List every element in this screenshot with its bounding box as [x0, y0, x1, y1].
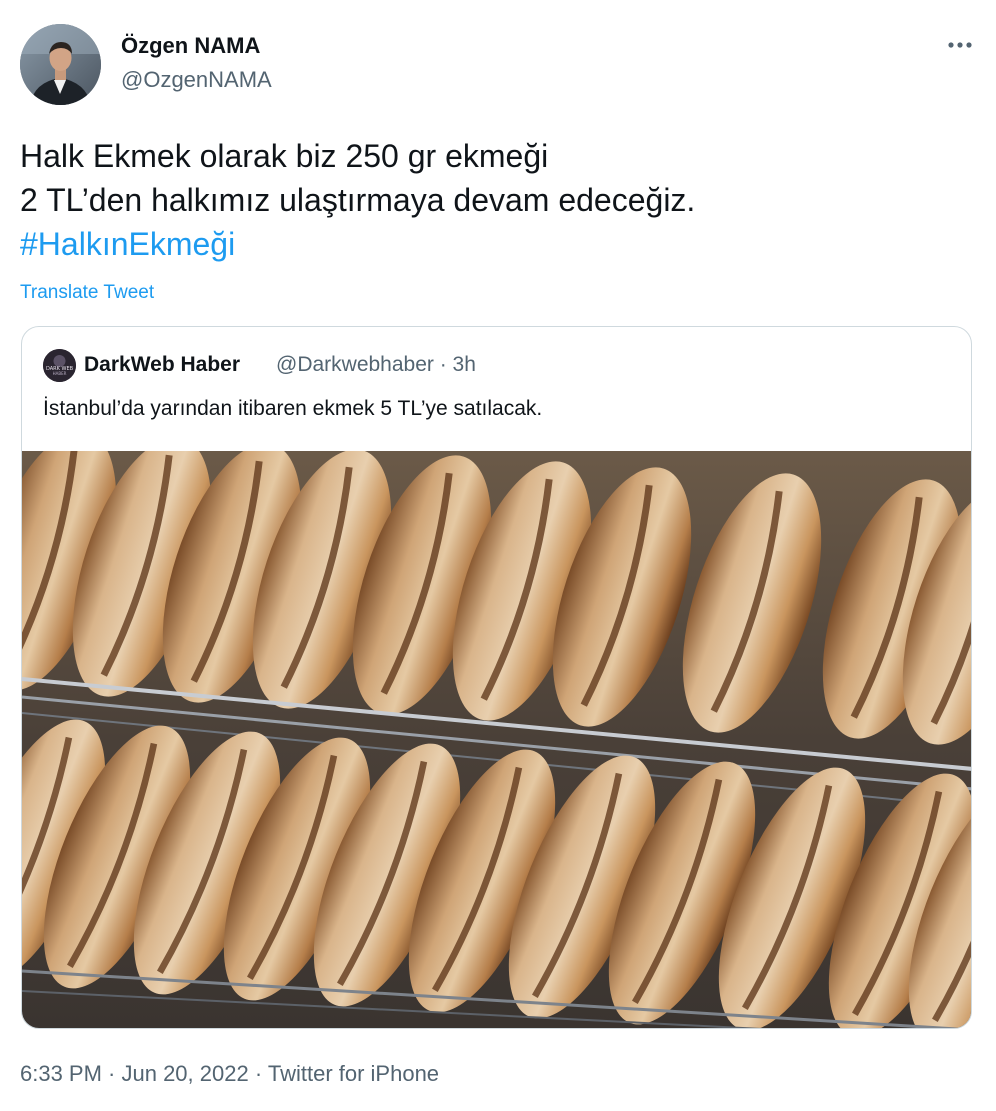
quoted-handle-time: @Darkwebhaber · 3h: [276, 353, 476, 376]
quoted-avatar[interactable]: DARK WEB HABER: [43, 349, 76, 382]
tweet-text: Halk Ekmek olarak biz 250 gr ekmeği 2 TL…: [20, 134, 970, 266]
tweet-text-line: 2 TL’den halkımız ulaştırmaya devam edec…: [20, 182, 696, 218]
quoted-display-name[interactable]: DarkWeb Haber: [84, 353, 240, 377]
author-display-name[interactable]: Özgen NAMA: [121, 33, 260, 59]
tweet-text-line: Halk Ekmek olarak biz 250 gr ekmeği: [20, 138, 549, 174]
translate-tweet-link[interactable]: Translate Tweet: [20, 282, 154, 304]
tweet-timestamp[interactable]: 6:33 PM · Jun 20, 2022 ·: [20, 1061, 268, 1086]
more-options-button[interactable]: [942, 30, 978, 60]
hashtag-link[interactable]: #HalkınEkmeği: [20, 222, 970, 266]
tweet-footer: 6:33 PM · Jun 20, 2022 · Twitter for iPh…: [20, 1061, 439, 1087]
quoted-avatar-logo-text: HABER: [53, 371, 67, 376]
quoted-tweet-text: İstanbul’da yarından itibaren ekmek 5 TL…: [43, 397, 543, 420]
bread-photo[interactable]: [22, 431, 971, 1028]
quoted-tweet-card[interactable]: DARK WEB HABER DarkWeb Haber @Darkwebhab…: [21, 326, 972, 1029]
tweet-source[interactable]: Twitter for iPhone: [268, 1061, 439, 1086]
more-options-icon: [948, 42, 972, 48]
author-handle[interactable]: @OzgenNAMA: [121, 67, 272, 93]
author-avatar[interactable]: [20, 24, 101, 105]
